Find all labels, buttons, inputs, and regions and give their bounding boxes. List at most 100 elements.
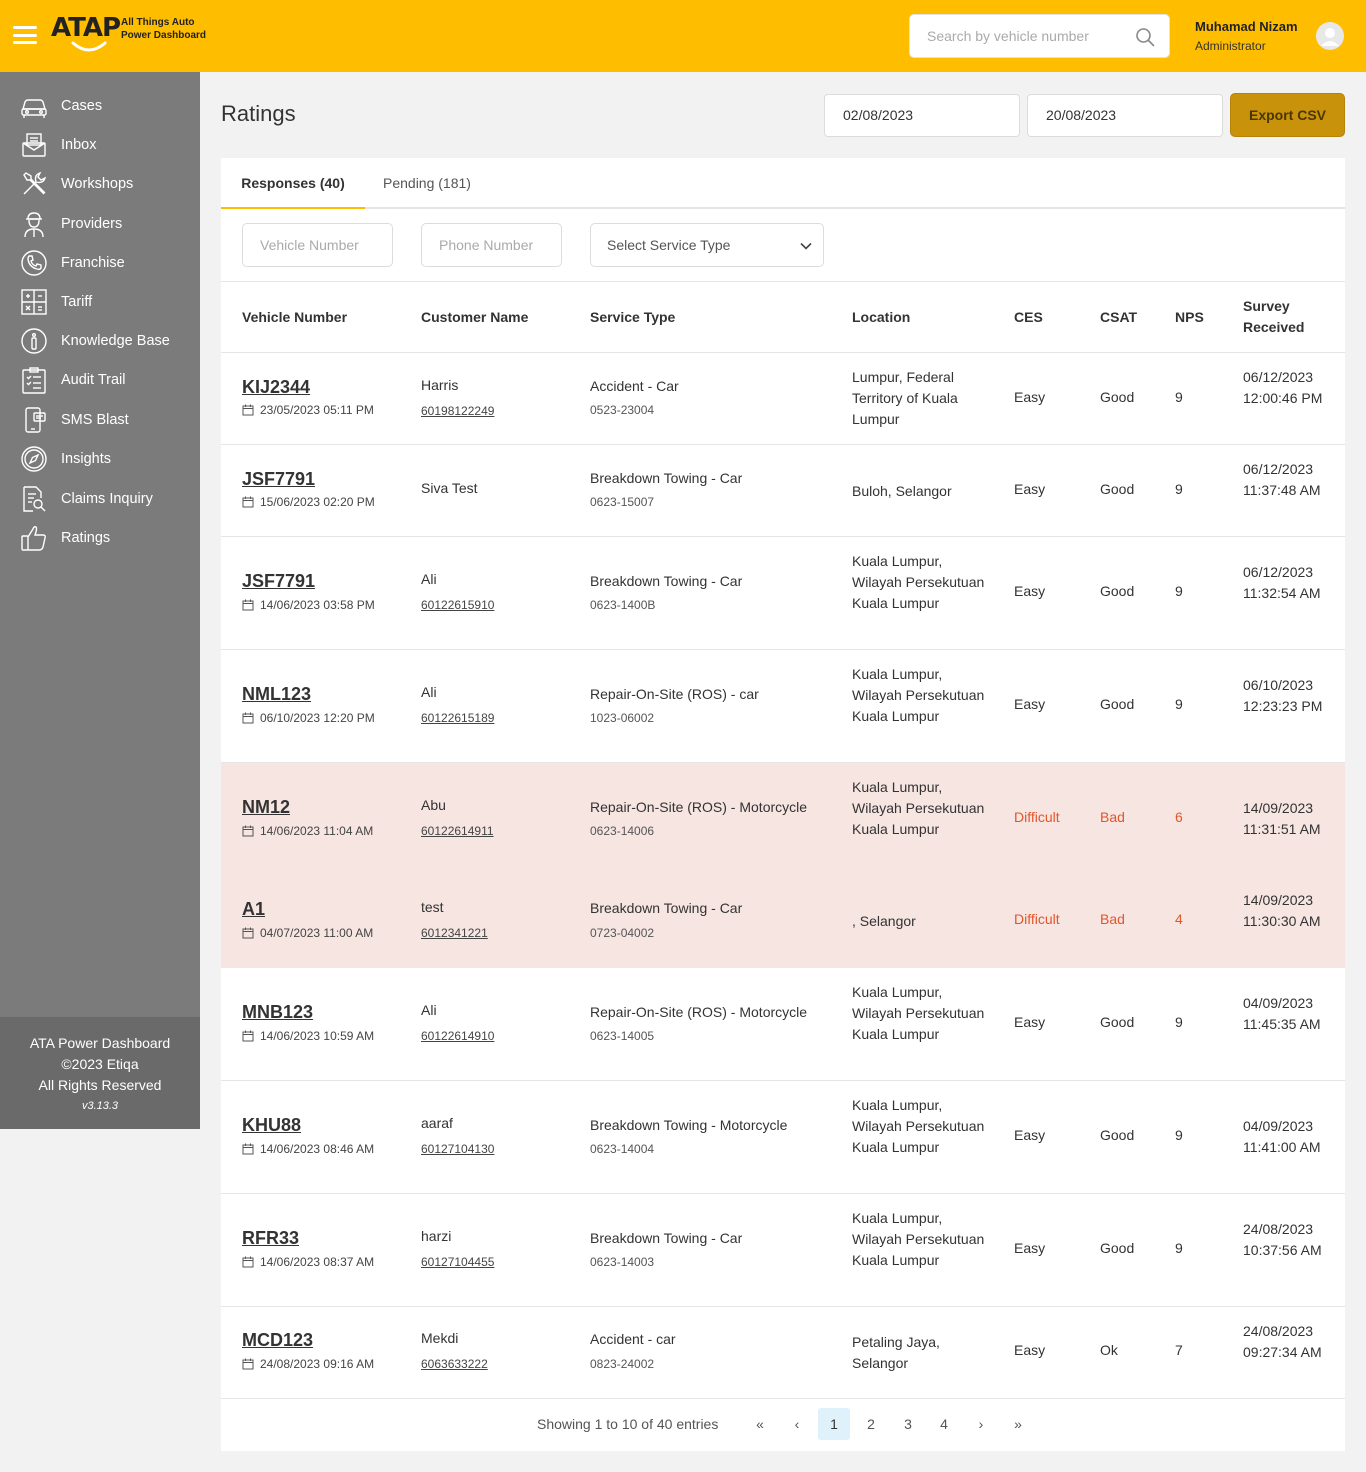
date-from-field[interactable]: 02/08/2023 <box>824 94 1020 137</box>
csat-value: Bad <box>1100 911 1125 927</box>
sidebar-item-sms-blast[interactable]: SMS Blast <box>0 402 200 438</box>
sidebar-item-insights[interactable]: Insights <box>0 441 200 477</box>
vehicle-number-link[interactable]: JSF7791 <box>242 571 315 592</box>
logo[interactable]: ATAP All Things Auto Power Dashboard <box>51 13 211 57</box>
vehicle-number-link[interactable]: NM12 <box>242 797 290 818</box>
sidebar-item-tariff[interactable]: Tariff <box>0 284 200 320</box>
csat-value: Good <box>1100 583 1135 599</box>
table-row[interactable]: NML123 06/10/2023 12:20 PM Ali 601226151… <box>221 650 1345 763</box>
vehicle-number-link[interactable]: RFR33 <box>242 1228 299 1249</box>
column-header-nps[interactable]: NPS <box>1175 307 1204 328</box>
column-header-service[interactable]: Service Type <box>590 307 675 328</box>
survey-received: 04/09/2023 11:41:00 AM <box>1243 1118 1321 1155</box>
column-header-csat[interactable]: CSAT <box>1100 307 1137 328</box>
table-row[interactable]: A1 04/07/2023 11:00 AM test 6012341221 B… <box>221 876 1345 968</box>
column-header-survey-received[interactable]: Survey Received <box>1243 296 1304 338</box>
last-page-button[interactable]: » <box>1002 1408 1034 1440</box>
service-id: 0823-24002 <box>590 1357 655 1371</box>
vehicle-number-link[interactable]: KHU88 <box>242 1115 301 1136</box>
vehicle-number-link[interactable]: JSF7791 <box>242 469 315 490</box>
user-role: Administrator <box>1195 39 1266 53</box>
customer-phone-link[interactable]: 60122615189 <box>421 711 494 725</box>
table-row[interactable]: RFR33 14/06/2023 08:37 AM harzi 60127104… <box>221 1194 1345 1307</box>
vehicle-number-link[interactable]: NML123 <box>242 684 311 705</box>
first-page-button[interactable]: « <box>744 1408 776 1440</box>
next-page-button[interactable]: › <box>965 1408 997 1440</box>
table-row[interactable]: JSF7791 14/06/2023 03:58 PM Ali 60122615… <box>221 537 1345 650</box>
vehicle-number-filter[interactable] <box>242 223 393 267</box>
phone-number-input[interactable] <box>422 224 561 266</box>
service-type-select[interactable]: Select Service Type <box>590 223 824 267</box>
ces-value: Easy <box>1014 389 1046 405</box>
sidebar-item-cases[interactable]: Cases <box>0 88 200 124</box>
service-type: Accident - Car <box>590 378 679 394</box>
vehicle-number-link[interactable]: MNB123 <box>242 1002 313 1023</box>
sidebar-item-ratings[interactable]: Ratings <box>0 520 200 556</box>
menu-icon[interactable] <box>13 26 37 44</box>
sidebar-item-audit-trail[interactable]: Audit Trail <box>0 362 200 398</box>
customer-phone-link[interactable]: 60198122249 <box>421 404 494 418</box>
vehicle-search[interactable] <box>909 14 1170 58</box>
customer-phone-link[interactable]: 6063633222 <box>421 1357 488 1371</box>
search-icon[interactable] <box>1135 27 1155 47</box>
table-row[interactable]: JSF7791 15/06/2023 02:20 PM Siva Test Br… <box>221 445 1345 537</box>
document-search-icon <box>23 486 46 512</box>
avatar[interactable] <box>1316 22 1344 50</box>
search-input[interactable] <box>910 15 1130 57</box>
vehicle-number-input[interactable] <box>243 224 392 266</box>
vehicle-number-link[interactable]: A1 <box>242 899 265 920</box>
sidebar-item-franchise[interactable]: Franchise <box>0 245 200 281</box>
vehicle-number-link[interactable]: MCD123 <box>242 1330 313 1351</box>
sidebar-item-claims-inquiry[interactable]: Claims Inquiry <box>0 481 200 517</box>
sidebar-item-inbox[interactable]: Inbox <box>0 127 200 163</box>
csat-value: Good <box>1100 389 1135 405</box>
customer-name: test <box>421 899 444 915</box>
customer-phone-link[interactable]: 60127104130 <box>421 1142 494 1156</box>
service-id: 0623-1400B <box>590 598 656 612</box>
survey-received: 24/08/2023 09:27:34 AM <box>1243 1323 1322 1360</box>
csat-value: Good <box>1100 1240 1135 1256</box>
page-button[interactable]: 4 <box>928 1408 960 1440</box>
customer-phone-link[interactable]: 60122614911 <box>421 824 494 838</box>
export-csv-button[interactable]: Export CSV <box>1230 93 1345 137</box>
customer-phone-link[interactable]: 60122614910 <box>421 1029 494 1043</box>
info-icon <box>21 328 47 354</box>
column-header-vehicle[interactable]: Vehicle Number <box>242 307 347 328</box>
date-to-field[interactable]: 20/08/2023 <box>1027 94 1223 137</box>
case-date: 24/08/2023 09:16 AM <box>242 1357 374 1371</box>
customer-name: aaraf <box>421 1115 453 1131</box>
prev-page-button[interactable]: ‹ <box>781 1408 813 1440</box>
page-button[interactable]: 1 <box>818 1408 850 1440</box>
table-row[interactable]: KIJ2344 23/05/2023 05:11 PM Harris 60198… <box>221 353 1345 445</box>
ces-value: Easy <box>1014 583 1046 599</box>
tab-pending[interactable]: Pending (181) <box>383 158 471 209</box>
sidebar-item-label: Providers <box>61 216 123 232</box>
sidebar-item-knowledge-base[interactable]: Knowledge Base <box>0 323 200 359</box>
tab-responses[interactable]: Responses (40) <box>221 158 365 209</box>
nps-value: 9 <box>1175 696 1183 712</box>
calendar-icon <box>242 1143 254 1155</box>
column-header-customer[interactable]: Customer Name <box>421 307 528 328</box>
column-header-location[interactable]: Location <box>852 307 910 328</box>
page-button[interactable]: 3 <box>892 1408 924 1440</box>
survey-received: 04/09/2023 11:45:35 AM <box>1243 995 1321 1032</box>
table-row[interactable]: NM12 14/06/2023 11:04 AM Abu 60122614911… <box>221 763 1345 876</box>
table-row[interactable]: MCD123 24/08/2023 09:16 AM Mekdi 6063633… <box>221 1307 1345 1399</box>
inbox-icon <box>22 133 46 157</box>
table-row[interactable]: KHU88 14/06/2023 08:46 AM aaraf 60127104… <box>221 1081 1345 1194</box>
customer-phone-link[interactable]: 60127104455 <box>421 1255 494 1269</box>
top-bar: ATAP All Things Auto Power Dashboard Muh… <box>0 0 1366 72</box>
page-button[interactable]: 2 <box>855 1408 887 1440</box>
vehicle-number-link[interactable]: KIJ2344 <box>242 377 310 398</box>
service-id: 0623-15007 <box>590 495 655 509</box>
customer-phone-link[interactable]: 60122615910 <box>421 598 494 612</box>
phone-number-filter[interactable] <box>421 223 562 267</box>
pagination-info: Showing 1 to 10 of 40 entries <box>537 1416 719 1432</box>
survey-received: 06/12/2023 11:32:54 AM <box>1243 564 1321 601</box>
sidebar-item-workshops[interactable]: Workshops <box>0 166 200 202</box>
table-row[interactable]: MNB123 14/06/2023 10:59 AM Ali 601226149… <box>221 968 1345 1081</box>
sidebar-item-providers[interactable]: Providers <box>0 206 200 242</box>
customer-phone-link[interactable]: 6012341221 <box>421 926 488 940</box>
location: , Selangor <box>852 913 916 929</box>
column-header-ces[interactable]: CES <box>1014 307 1043 328</box>
